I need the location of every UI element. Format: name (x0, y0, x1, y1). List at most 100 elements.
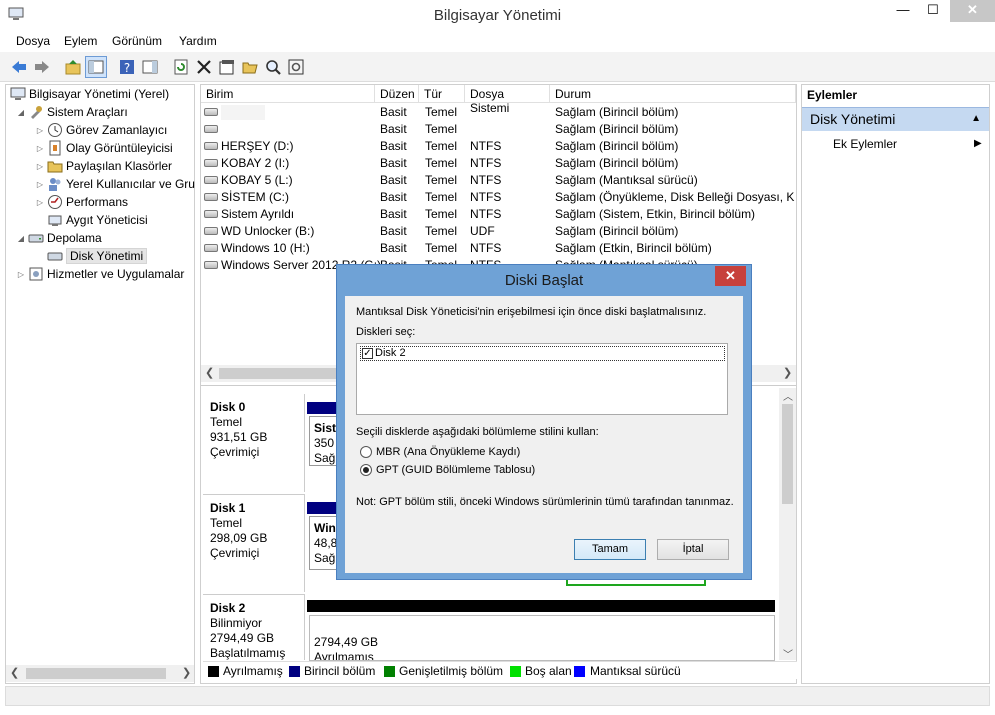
volume-row[interactable]: KOBAY 2 (I:) Basit Temel NTFS Sağlam (Bi… (201, 155, 796, 172)
tree-item-local-users[interactable]: ▷ Yerel Kullanıcılar ve Gru (35, 175, 195, 193)
volume-row[interactable]: Windows 10 (H:) Basit Temel NTFS Sağlam … (201, 240, 796, 257)
tree-horizontal-scrollbar[interactable]: ❮ ❯ (6, 665, 194, 682)
volume-layout: Basit (380, 105, 407, 119)
tree-item-services[interactable]: ▷ Hizmetler ve Uygulamalar (16, 265, 184, 283)
ok-button[interactable]: Tamam (574, 539, 646, 560)
delete-button[interactable] (193, 56, 215, 78)
menu-eylem[interactable]: Eylem (64, 34, 97, 48)
back-button[interactable] (8, 56, 30, 78)
more-actions-item[interactable]: Ek Eylemler (833, 137, 897, 151)
expand-icon[interactable]: ▷ (35, 162, 45, 171)
volume-fs: NTFS (470, 190, 502, 204)
disk-checkbox[interactable]: ✓ (362, 348, 373, 359)
minimize-button[interactable]: — (888, 0, 918, 22)
submenu-arrow-icon[interactable]: ▶ (974, 138, 982, 149)
volume-row[interactable]: Basit Temel Sağlam (Birincil bölüm) (201, 121, 796, 138)
volume-row[interactable]: KOBAY 5 (L:) Basit Temel NTFS Sağlam (Ma… (201, 172, 796, 189)
menu-dosya[interactable]: Dosya (16, 34, 50, 48)
column-header-type[interactable]: Tür (419, 85, 465, 103)
volume-layout: Basit (380, 122, 407, 136)
initialize-disk-dialog: Diski Başlat ✕ Mantıksal Disk Yöneticisi… (336, 264, 752, 580)
disk-2-unallocated-space[interactable]: 2794,49 GB Ayrılmamış (309, 615, 775, 661)
expand-icon[interactable]: ▷ (35, 144, 45, 153)
column-header-volume[interactable]: Birim (201, 85, 375, 103)
tree-item-performance[interactable]: ▷ Performans (35, 193, 128, 211)
tree-item-system-tools[interactable]: ◢ Sistem Araçları (16, 103, 128, 121)
menu-gorunum[interactable]: Görünüm (112, 34, 162, 48)
volume-name: KOBAY 5 (L:) (221, 173, 293, 187)
volume-type: Temel (425, 122, 458, 136)
tree-item-event-viewer[interactable]: ▷ Olay Görüntüleyicisi (35, 139, 173, 157)
volume-row[interactable]: SİSTEM (C:) Basit Temel NTFS Sağlam (Öny… (201, 189, 796, 206)
drive-icon (204, 210, 218, 218)
show-hide-action-button[interactable] (139, 56, 161, 78)
disk-type: Temel (210, 516, 243, 530)
cancel-button[interactable]: İptal (657, 539, 729, 560)
up-folder-button[interactable] (62, 56, 84, 78)
open-button[interactable] (239, 56, 261, 78)
tree-item-device-manager[interactable]: Aygıt Yöneticisi (35, 211, 148, 229)
scroll-left-icon[interactable]: ❮ (10, 666, 19, 679)
disk-1-info[interactable]: Disk 1 Temel 298,09 GB Çevrimiçi (203, 494, 305, 592)
scroll-thumb[interactable] (782, 404, 793, 504)
volume-name: WD Unlocker (B:) (221, 224, 315, 238)
unallocated-header-bar (307, 600, 775, 612)
legend-swatch-unallocated (208, 666, 219, 677)
disk-area-vertical-scrollbar[interactable]: ︿ ﹀ (779, 388, 796, 661)
volume-row[interactable]: HERŞEY (D:) Basit Temel NTFS Sağlam (Bir… (201, 138, 796, 155)
column-header-status[interactable]: Durum (550, 85, 796, 103)
tree-item-label: Depolama (47, 231, 102, 245)
tree-item-label: Yerel Kullanıcılar ve Gru (66, 177, 195, 191)
dialog-title: Diski Başlat (504, 272, 584, 289)
scroll-up-icon[interactable]: ︿ (783, 388, 793, 403)
settings-button[interactable] (285, 56, 307, 78)
scroll-left-icon[interactable]: ❮ (205, 366, 214, 379)
refresh-button[interactable] (170, 56, 192, 78)
disk-0-info[interactable]: Disk 0 Temel 931,51 GB Çevrimiçi (203, 394, 305, 492)
scroll-thumb[interactable] (26, 668, 166, 679)
column-header-file-system[interactable]: Dosya Sistemi (465, 85, 550, 115)
collapse-icon[interactable]: ◢ (16, 108, 26, 117)
expand-icon[interactable]: ▷ (16, 270, 26, 279)
search-button[interactable] (262, 56, 284, 78)
forward-button[interactable] (31, 56, 53, 78)
expand-icon[interactable]: ▷ (35, 198, 45, 207)
actions-section-disk-management[interactable]: Disk Yönetimi ▲ (802, 107, 989, 131)
tree-item-disk-management[interactable]: Disk Yönetimi (35, 247, 148, 265)
expand-icon[interactable]: ▷ (35, 180, 45, 189)
tree-item-storage[interactable]: ◢ Depolama (16, 229, 102, 247)
legend-swatch-free-space (510, 666, 521, 677)
tree-item-shared-folders[interactable]: ▷ Paylaşılan Klasörler (35, 157, 172, 175)
dialog-close-button[interactable]: ✕ (715, 266, 746, 286)
mbr-label[interactable]: MBR (Ana Önyükleme Kaydı) (376, 446, 520, 458)
menu-yardim[interactable]: Yardım (179, 34, 217, 48)
volume-fs: NTFS (470, 139, 502, 153)
volume-row[interactable]: Basit Temel Sağlam (Birincil bölüm) (201, 104, 796, 121)
dialog-body: Mantıksal Disk Yöneticisi'nin erişebilme… (345, 296, 743, 573)
expand-icon[interactable]: ▷ (35, 126, 45, 135)
volume-row[interactable]: WD Unlocker (B:) Basit Temel UDF Sağlam … (201, 223, 796, 240)
tree-item-task-scheduler[interactable]: ▷ Görev Zamanlayıcı (35, 121, 167, 139)
disk-2-info[interactable]: Disk 2 Bilinmiyor 2794,49 GB Başlatılmam… (203, 594, 305, 660)
collapse-icon[interactable]: ◢ (16, 234, 26, 243)
show-hide-tree-button[interactable] (85, 56, 107, 78)
column-header-layout[interactable]: Düzen (375, 85, 419, 103)
scroll-down-icon[interactable]: ﹀ (783, 646, 793, 661)
help-button[interactable]: ? (116, 56, 138, 78)
actions-header: Eylemler (807, 88, 858, 102)
collapse-up-icon[interactable]: ▲ (971, 113, 981, 124)
volume-row[interactable]: Sistem Ayrıldı Basit Temel NTFS Sağlam (… (201, 206, 796, 223)
tree-item-label: Disk Yönetimi (66, 248, 148, 264)
gpt-label[interactable]: GPT (GUID Bölümleme Tablosu) (376, 464, 535, 476)
properties-button[interactable] (216, 56, 238, 78)
maximize-button[interactable]: ☐ (918, 0, 948, 22)
tree-item-computer-management[interactable]: Bilgisayar Yönetimi (Yerel) (10, 85, 169, 103)
mbr-radio[interactable] (360, 446, 372, 458)
partition-style-label: Seçili disklerde aşağıdaki bölümleme sti… (356, 426, 599, 438)
disk-list-item[interactable]: ✓ Disk 2 (360, 346, 725, 361)
gpt-radio[interactable] (360, 464, 372, 476)
scroll-right-icon[interactable]: ❯ (783, 366, 792, 379)
open-folder-icon (242, 62, 258, 74)
scroll-right-icon[interactable]: ❯ (182, 666, 191, 679)
close-button[interactable]: ✕ (950, 0, 995, 22)
